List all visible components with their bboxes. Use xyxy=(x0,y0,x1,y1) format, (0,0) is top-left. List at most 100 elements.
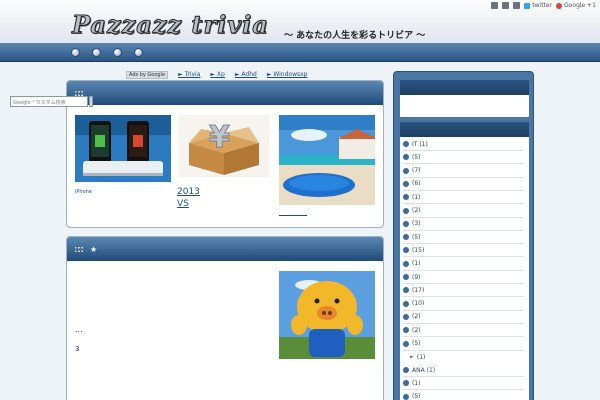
site-header: Pazzazz trivia ～ あなたの人生を彩るトリビア ～ twitter… xyxy=(0,0,600,43)
category-label: (5) xyxy=(412,153,421,161)
resort-pool-thumbnail[interactable] xyxy=(279,115,375,205)
nav-item-4[interactable] xyxy=(134,48,143,57)
twitter-link[interactable]: twitter xyxy=(524,2,552,9)
category-label: (5) xyxy=(412,233,421,241)
yen-box-thumbnail[interactable]: ¥ xyxy=(179,115,269,177)
mail-icon[interactable] xyxy=(502,2,510,9)
category-item[interactable]: (7) xyxy=(403,165,524,178)
bullet-icon xyxy=(403,207,409,214)
category-label: (17) xyxy=(412,286,425,294)
category-label: (7) xyxy=(412,167,421,175)
home-icon[interactable] xyxy=(491,2,499,9)
category-label: (1) xyxy=(412,260,421,268)
bullet-icon xyxy=(403,167,409,174)
ad-link-windowsxp[interactable]: ► Windowsxp xyxy=(267,71,308,78)
panel-header xyxy=(67,81,383,105)
bullet-icon xyxy=(403,180,409,187)
sidebar-search-box xyxy=(400,95,529,117)
bullet-icon xyxy=(403,274,409,280)
category-item[interactable]: (2) xyxy=(403,324,524,338)
mascot-thumbnail[interactable] xyxy=(279,271,375,359)
bullet-icon xyxy=(403,380,409,387)
content-panel-2: ★ ... 3 xyxy=(66,236,384,400)
rss-icon[interactable] xyxy=(513,2,521,9)
ad-link-trivia[interactable]: ► Trivia xyxy=(178,71,200,78)
google-plus-icon xyxy=(556,2,563,9)
ads-badge[interactable]: Ads by Google xyxy=(126,70,169,79)
category-item[interactable]: (15) xyxy=(403,244,524,258)
category-item[interactable]: (1) xyxy=(403,377,524,391)
category-item[interactable]: (5) xyxy=(403,151,524,165)
category-item[interactable]: (6) xyxy=(403,178,524,191)
category-item[interactable]: (5) xyxy=(403,391,524,400)
nav-item-2[interactable] xyxy=(92,48,101,57)
category-label: (3) xyxy=(412,220,421,228)
category-item[interactable]: ► (1) xyxy=(403,351,524,364)
search-button[interactable] xyxy=(89,96,93,107)
category-label: ANA (1) xyxy=(412,366,436,374)
bullet-icon xyxy=(403,141,409,147)
bullet-icon xyxy=(403,247,409,254)
svg-text:¥: ¥ xyxy=(209,120,230,155)
site-logo[interactable]: Pazzazz trivia xyxy=(72,10,269,40)
twitter-icon xyxy=(524,2,531,9)
category-label: (1) xyxy=(412,379,421,387)
category-label: (2) xyxy=(412,326,421,334)
nav-item-1[interactable] xyxy=(71,48,80,57)
category-item[interactable]: IT (1) xyxy=(403,138,524,151)
category-label: (5) xyxy=(412,340,421,347)
category-label: (10) xyxy=(412,300,425,308)
content-panel-1: ¥ iPhone 2013 VS xyxy=(66,80,384,228)
main-nav xyxy=(0,43,600,62)
category-label: (9) xyxy=(412,273,421,281)
category-item[interactable]: (3) xyxy=(403,218,524,231)
bullet-icon xyxy=(403,313,409,320)
top-links: twitter Google +1 xyxy=(491,2,596,9)
category-item[interactable]: (2) xyxy=(403,205,524,218)
category-item[interactable]: (1) xyxy=(403,258,524,271)
nav-item-3[interactable] xyxy=(113,48,122,57)
thumbnail-caption-1[interactable]: iPhone xyxy=(75,189,92,195)
ad-link-xp[interactable]: ► Xp xyxy=(210,71,224,78)
category-label: IT (1) xyxy=(412,140,428,148)
bullet-icon xyxy=(403,260,409,267)
thumbnail-caption-3-underline[interactable] xyxy=(279,215,307,216)
sidebar-categories-header xyxy=(400,122,529,137)
category-item[interactable]: (17) xyxy=(403,284,524,298)
bullet-icon xyxy=(403,220,409,227)
bullet-icon xyxy=(403,300,409,307)
grid-icon xyxy=(74,245,84,253)
star-icon: ★ xyxy=(90,244,98,254)
bullet-icon xyxy=(403,194,409,201)
category-label: (2) xyxy=(412,207,421,214)
bullet-icon xyxy=(403,393,409,400)
iphone-dock-thumbnail[interactable] xyxy=(75,115,171,182)
category-item[interactable]: (1) xyxy=(403,191,524,205)
category-label: (5) xyxy=(412,393,421,400)
category-label: (1) xyxy=(416,353,426,361)
ads-bar: Ads by Google ► Trivia ► Xp ► Adhd ► Win… xyxy=(126,70,307,79)
search-input[interactable]: Google™カスタム検索 xyxy=(10,96,88,107)
category-label: (1) xyxy=(412,193,421,201)
category-item[interactable]: (2) xyxy=(403,311,524,324)
category-item[interactable]: (5) xyxy=(403,231,524,245)
category-label: (2) xyxy=(412,313,421,321)
arrow-icon: ► xyxy=(410,354,414,361)
bullet-icon xyxy=(403,234,409,241)
ad-link-adhd[interactable]: ► Adhd xyxy=(235,71,257,78)
category-item[interactable]: (10) xyxy=(403,298,524,311)
category-item[interactable]: (5) xyxy=(403,338,524,351)
bullet-icon xyxy=(403,327,409,334)
bullet-icon xyxy=(403,340,409,347)
thumbnail-caption-2[interactable]: 2013 VS xyxy=(177,186,200,210)
bullet-icon xyxy=(403,367,409,374)
category-item[interactable]: (9) xyxy=(403,271,524,284)
bullet-icon xyxy=(403,287,409,294)
google-plus-link[interactable]: Google +1 xyxy=(556,2,596,9)
bullet-icon xyxy=(403,154,409,161)
panel-header: ★ xyxy=(67,237,383,261)
post-excerpt-number: 3 xyxy=(75,345,80,353)
sidebar-search-header xyxy=(400,80,529,95)
category-item[interactable]: ANA (1) xyxy=(403,364,524,378)
category-label: (15) xyxy=(412,246,425,254)
